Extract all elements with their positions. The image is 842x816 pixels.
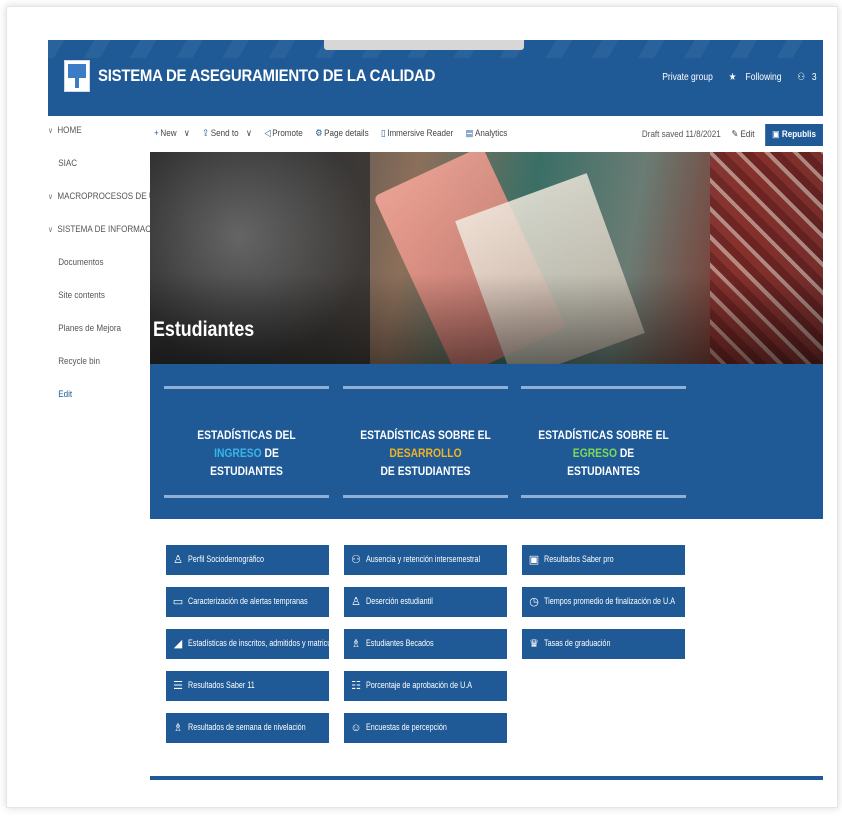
id-card-icon: ▭ bbox=[172, 596, 184, 608]
footer-divider bbox=[150, 776, 823, 780]
link-button-becados[interactable]: ♗ Estudiantes Becados bbox=[344, 629, 507, 659]
document-icon: ☰ bbox=[173, 680, 183, 692]
section-heading-ingreso: ESTADÍSTICAS DEL INGRESO DE ESTUDIANTES bbox=[197, 428, 296, 478]
divider bbox=[164, 386, 329, 389]
nav-item-sistema-informacion[interactable]: ∨ SISTEMA DE INFORMACI... bbox=[48, 216, 160, 249]
person-award-icon: ♗ bbox=[351, 638, 361, 650]
link-button-perfil-sociodemografico[interactable]: ♙ Perfil Sociodemográfico bbox=[166, 545, 329, 575]
chevron-down-icon[interactable]: ∨ bbox=[48, 183, 55, 211]
person-chart-icon: ♗ bbox=[173, 722, 183, 734]
link-button-tasas-graduacion[interactable]: ♛ Tasas de graduación bbox=[522, 629, 685, 659]
section-heading-egreso: ESTADÍSTICAS SOBRE EL EGRESO DE ESTUDIANT… bbox=[538, 428, 669, 478]
nav-item-documentos[interactable]: Documentos bbox=[48, 249, 133, 282]
graduation-icon: ♛ bbox=[529, 638, 539, 650]
members-button[interactable]: ⚇ 3 bbox=[791, 72, 817, 83]
link-button-encuestas[interactable]: ☺ Encuestas de percepción bbox=[344, 713, 507, 743]
divider bbox=[343, 495, 508, 498]
person-icon: ♙ bbox=[173, 554, 183, 566]
divider bbox=[343, 386, 508, 389]
promote-button[interactable]: ◁ Promote bbox=[264, 128, 308, 139]
chevron-down-icon[interactable]: ∨ bbox=[48, 116, 55, 146]
megaphone-icon: ◁ bbox=[264, 128, 271, 139]
command-bar-status: Draft saved 11/8/2021 ✎ Edit ▣ Republis bbox=[642, 124, 823, 146]
site-title[interactable]: SISTEMA DE ASEGURAMIENTO DE LA CALIDAD bbox=[98, 66, 435, 86]
smiley-icon: ☺ bbox=[350, 722, 362, 734]
link-button-semana-nivelacion[interactable]: ♗ Resultados de semana de nivelación bbox=[166, 713, 329, 743]
plus-icon: + bbox=[154, 128, 159, 139]
immersive-reader-button[interactable]: ▯ Immersive Reader bbox=[381, 128, 458, 139]
link-button-saber-pro[interactable]: ▣ Resultados Saber pro bbox=[522, 545, 685, 575]
chevron-down-icon: ∨ bbox=[245, 128, 252, 139]
nav-item-planes-mejora[interactable]: Planes de Mejora bbox=[48, 315, 133, 348]
header-actions: Private group ★ Following ⚇ 3 bbox=[656, 72, 817, 83]
command-bar-actions: + New ∨ ⇪ Send to ∨ ◁ Promote ⚙ Page details… bbox=[154, 128, 517, 139]
star-icon: ★ bbox=[729, 72, 737, 83]
nav-item-macroprocesos[interactable]: ∨ MACROPROCESOS DE U... bbox=[48, 183, 161, 216]
person-icon: ⚇ bbox=[797, 72, 806, 83]
divider bbox=[521, 495, 686, 498]
command-bar: + New ∨ ⇪ Send to ∨ ◁ Promote ⚙ Page details… bbox=[150, 124, 823, 146]
chevron-down-icon: ∨ bbox=[183, 128, 190, 139]
following-label: Following bbox=[745, 72, 782, 83]
page-icon: ▣ bbox=[772, 129, 780, 140]
share-icon: ⇪ bbox=[202, 128, 210, 139]
link-button-ausencia-retencion[interactable]: ⚇ Ausencia y retención intersemestral bbox=[344, 545, 507, 575]
section-heading-desarrollo: ESTADÍSTICAS SOBRE EL DESARROLLO DE ESTUD… bbox=[360, 428, 491, 478]
private-group-label: Private group bbox=[662, 72, 714, 83]
new-button[interactable]: + New ∨ bbox=[154, 128, 195, 139]
send-to-button[interactable]: ⇪ Send to ∨ bbox=[202, 128, 257, 139]
pencil-icon: ✎ bbox=[731, 129, 739, 140]
link-button-tiempos-finalizacion[interactable]: ◷ Tiempos promedio de finalización de U.A bbox=[522, 587, 685, 617]
link-button-aprobacion-ua[interactable]: ☷ Porcentaje de aprobación de U.A bbox=[344, 671, 507, 701]
timer-icon: ◷ bbox=[529, 596, 539, 608]
hero-banner: Estudiantes bbox=[150, 152, 823, 364]
report-icon: ▣ bbox=[528, 554, 540, 566]
draft-saved-status: Draft saved 11/8/2021 bbox=[642, 129, 721, 140]
nav-item-siac[interactable]: SIAC bbox=[48, 150, 133, 183]
link-button-estadisticas-inscritos[interactable]: ◢ Estadísticas de inscritos, admitidos y … bbox=[166, 629, 329, 659]
edit-button[interactable]: ✎ Edit bbox=[732, 124, 755, 146]
page-details-button[interactable]: ⚙ Page details bbox=[315, 128, 374, 139]
members-count: 3 bbox=[812, 72, 817, 83]
left-navigation: ∨ HOME SIAC ∨ MACROPROCESOS DE U... ∨ SISTE… bbox=[48, 116, 161, 816]
people-icon: ⚇ bbox=[351, 554, 361, 566]
section-ingreso: ESTADÍSTICAS DEL INGRESO DE ESTUDIANTES bbox=[164, 386, 329, 498]
divider bbox=[164, 495, 329, 498]
site-header: SISTEMA DE ASEGURAMIENTO DE LA CALIDAD P… bbox=[48, 40, 823, 116]
window-tab-strip bbox=[324, 40, 524, 50]
analytics-button[interactable]: ▤ Analytics bbox=[466, 128, 513, 139]
page-title: Estudiantes bbox=[153, 318, 255, 341]
link-button-alertas-tempranas[interactable]: ▭ Caracterización de alertas tempranas bbox=[166, 587, 329, 617]
analytics-icon: ▤ bbox=[465, 128, 474, 139]
following-button[interactable]: ★ Following bbox=[722, 72, 782, 83]
section-band: ESTADÍSTICAS DEL INGRESO DE ESTUDIANTES E… bbox=[150, 364, 823, 519]
nav-item-site-contents[interactable]: Site contents bbox=[48, 282, 133, 315]
nav-item-recycle-bin[interactable]: Recycle bin bbox=[48, 348, 133, 381]
gear-icon: ⚙ bbox=[315, 128, 323, 139]
checklist-icon: ☷ bbox=[351, 680, 361, 692]
nav-item-home[interactable]: ∨ HOME bbox=[48, 116, 133, 150]
person-leave-icon: ♙ bbox=[351, 596, 361, 608]
link-button-desercion[interactable]: ♙ Deserción estudiantil bbox=[344, 587, 507, 617]
section-desarrollo: ESTADÍSTICAS SOBRE EL DESARROLLO DE ESTUD… bbox=[343, 386, 508, 498]
chart-icon: ◢ bbox=[173, 638, 183, 650]
reader-icon: ▯ bbox=[381, 128, 386, 139]
link-button-saber-11[interactable]: ☰ Resultados Saber 11 bbox=[166, 671, 329, 701]
nav-edit-link[interactable]: Edit bbox=[48, 381, 133, 414]
republish-button[interactable]: ▣ Republis bbox=[765, 124, 823, 146]
section-egreso: ESTADÍSTICAS SOBRE EL EGRESO DE ESTUDIANT… bbox=[521, 386, 686, 498]
divider bbox=[521, 386, 686, 389]
site-logo-icon[interactable] bbox=[64, 60, 90, 92]
chevron-down-icon[interactable]: ∨ bbox=[48, 216, 55, 244]
